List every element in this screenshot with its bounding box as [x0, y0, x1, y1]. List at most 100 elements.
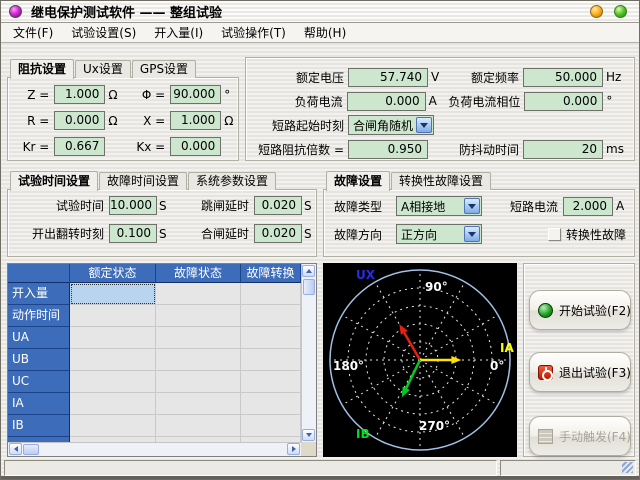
phi-input[interactable]: 90.000	[170, 85, 221, 104]
table-cell[interactable]	[241, 393, 301, 415]
load-current-input[interactable]: 0.000	[347, 92, 426, 111]
phasor-angle-0: 0°	[490, 359, 504, 373]
phasor-label-ia: IA	[500, 341, 514, 355]
fault-type-select[interactable]: A相接地	[396, 196, 482, 216]
title-bar: 继电保护测试软件 —— 整组试验	[1, 1, 639, 23]
x-label: X =	[122, 114, 165, 128]
menu-test-operation[interactable]: 试验操作(T)	[212, 22, 295, 43]
load-current-phase-input[interactable]: 0.000	[524, 92, 603, 111]
table-cell[interactable]	[241, 283, 301, 305]
tab-evolving-fault-settings[interactable]: 转换性故障设置	[391, 172, 491, 190]
table-cell[interactable]	[241, 349, 301, 371]
rated-frequency-input[interactable]: 50.000	[523, 68, 603, 87]
r-label: R =	[16, 114, 49, 128]
test-time-label: 试验时间	[12, 197, 104, 214]
table-cell[interactable]	[241, 371, 301, 393]
tab-impedance-settings[interactable]: 阻抗设置	[10, 59, 74, 79]
table-horizontal-scrollbar[interactable]	[8, 442, 301, 456]
table-cell[interactable]	[156, 305, 241, 327]
table-cell[interactable]	[70, 393, 156, 415]
time-panel: 试验时间设置 故障时间设置 系统参数设置 试验时间 10.000 S 跳闸延时 …	[7, 189, 317, 257]
fault-direction-select[interactable]: 正方向	[396, 224, 482, 244]
window-frame-bottom	[1, 476, 639, 479]
power-icon	[538, 365, 553, 380]
start-orb-icon	[538, 303, 553, 318]
dropdown-button[interactable]	[464, 198, 480, 214]
short-current-input[interactable]: 2.000	[563, 197, 613, 216]
chevron-down-icon	[468, 204, 476, 209]
tab-fault-time[interactable]: 故障时间设置	[99, 172, 187, 190]
debounce-time-label: 防抖动时间	[451, 141, 519, 158]
table-cell[interactable]	[156, 327, 241, 349]
r-input[interactable]: 0.000	[54, 111, 105, 130]
table-cell[interactable]	[156, 415, 241, 437]
table-cell[interactable]	[241, 415, 301, 437]
trip-delay-input[interactable]: 0.020	[254, 196, 302, 215]
table-cell[interactable]	[70, 415, 156, 437]
resize-grip[interactable]	[622, 462, 633, 473]
kr-label: Kr =	[16, 140, 49, 154]
manual-trigger-button[interactable]: 手动触发(F4)	[529, 416, 631, 456]
impedance-multiplier-label: 短路阻抗倍数 =	[252, 141, 344, 158]
phi-unit: °	[224, 88, 238, 102]
row-header: UC	[8, 371, 70, 393]
evolving-fault-checkbox[interactable]	[548, 228, 561, 241]
menu-file[interactable]: 文件(F)	[4, 22, 62, 43]
trip-delay-label: 跳闸延时	[171, 197, 249, 214]
row-header: IB	[8, 415, 70, 437]
tab-ux-settings[interactable]: Ux设置	[75, 60, 131, 78]
tab-gps-settings[interactable]: GPS设置	[132, 60, 196, 78]
rated-voltage-input[interactable]: 57.740	[348, 68, 428, 87]
tab-system-params[interactable]: 系统参数设置	[188, 172, 276, 190]
impedance-multiplier-input[interactable]: 0.950	[348, 140, 428, 159]
row-header: IA	[8, 393, 70, 415]
menu-help[interactable]: 帮助(H)	[295, 22, 355, 43]
output-flip-time-input[interactable]: 0.100	[109, 224, 157, 243]
close-button[interactable]	[614, 5, 627, 18]
horizontal-scrollbar-thumb[interactable]	[23, 444, 39, 455]
short-circuit-start-select[interactable]: 合闸角随机	[348, 115, 434, 135]
r-unit: Ω	[108, 114, 122, 128]
start-test-button[interactable]: 开始试验(F2)	[529, 290, 631, 330]
table-vertical-scrollbar[interactable]	[301, 264, 316, 442]
kr-input[interactable]: 0.667	[54, 137, 105, 156]
x-input[interactable]: 1.000	[170, 111, 221, 130]
debounce-time-input[interactable]: 20	[523, 140, 603, 159]
vertical-scrollbar-thumb[interactable]	[303, 279, 315, 295]
table-cell[interactable]	[70, 371, 156, 393]
dropdown-button[interactable]	[464, 226, 480, 242]
menu-binary-input[interactable]: 开入量(I)	[145, 22, 212, 43]
menu-test-settings[interactable]: 试验设置(S)	[62, 22, 145, 43]
z-input[interactable]: 1.000	[54, 85, 105, 104]
x-unit: Ω	[224, 114, 238, 128]
phasor-angle-90: 90°	[425, 280, 448, 294]
table-cell[interactable]	[70, 283, 156, 305]
table-cell[interactable]	[156, 283, 241, 305]
dropdown-button[interactable]	[416, 117, 432, 133]
test-time-input[interactable]: 10.000	[109, 196, 157, 215]
table-cell[interactable]	[70, 327, 156, 349]
close-delay-input[interactable]: 0.020	[254, 224, 302, 243]
phi-label: Φ =	[122, 88, 165, 102]
table-cell[interactable]	[241, 305, 301, 327]
table-cell[interactable]	[156, 371, 241, 393]
scroll-right-icon	[292, 446, 296, 452]
table-cell[interactable]	[70, 349, 156, 371]
impedance-panel: 阻抗设置 Ux设置 GPS设置 Z = 1.000 Ω Φ = 90.000 °…	[7, 77, 239, 161]
rated-frequency-label: 额定频率	[451, 69, 519, 86]
menu-bar: 文件(F) 试验设置(S) 开入量(I) 试验操作(T) 帮助(H)	[1, 23, 639, 43]
status-bar-left	[4, 460, 497, 476]
column-header: 额定状态	[70, 264, 156, 283]
table-cell[interactable]	[241, 327, 301, 349]
table-cell[interactable]	[156, 349, 241, 371]
table-cell[interactable]	[156, 393, 241, 415]
kx-input[interactable]: 0.000	[170, 137, 221, 156]
minimize-button[interactable]	[590, 5, 603, 18]
close-delay-label: 合闸延时	[171, 225, 249, 242]
exit-test-button[interactable]: 退出试验(F3)	[529, 352, 631, 392]
chevron-down-icon	[420, 123, 428, 128]
app-window: 继电保护测试软件 —— 整组试验 文件(F) 试验设置(S) 开入量(I) 试验…	[0, 0, 640, 480]
tab-fault-settings[interactable]: 故障设置	[326, 171, 390, 191]
table-cell[interactable]	[70, 305, 156, 327]
tab-test-time[interactable]: 试验时间设置	[10, 171, 98, 191]
